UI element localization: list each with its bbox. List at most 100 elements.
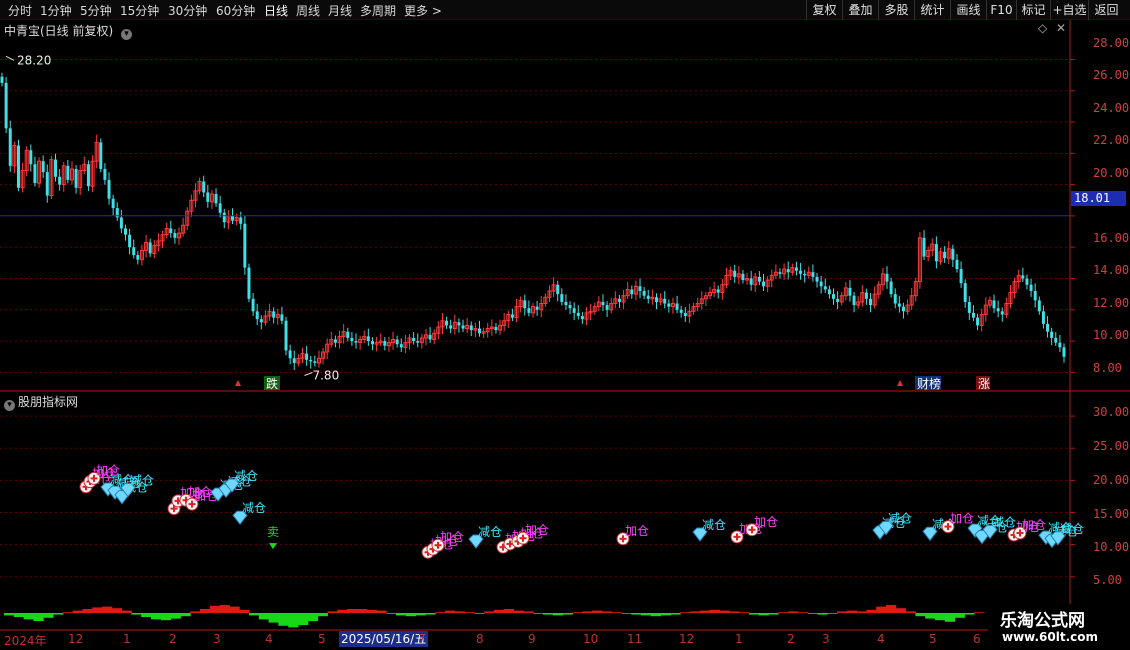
histogram-bar-negative — [249, 613, 260, 616]
candle-body-down — [967, 301, 971, 313]
candle-body-down — [576, 312, 580, 317]
reduce-position-label: 减仓 — [130, 474, 154, 488]
candle-body-down — [218, 203, 222, 213]
candle-body-down — [601, 301, 605, 306]
histogram-bar-positive — [356, 609, 368, 613]
candle-body-down — [815, 276, 819, 282]
reduce-position-label: 减仓 — [234, 469, 258, 483]
histogram-bar-positive — [72, 610, 83, 613]
candle-body-down — [428, 334, 432, 340]
y-tick-label: 10.00 — [1093, 328, 1130, 342]
histogram-bar-positive — [886, 605, 897, 613]
candle-body-down — [762, 281, 766, 287]
histogram-bar-positive — [454, 611, 466, 613]
histogram-bar-negative — [141, 613, 152, 617]
crosshair-date-label: 2025/05/16/五 — [339, 631, 429, 647]
add-position-label: 加仓 — [440, 530, 464, 544]
x-tick-label: 4 — [265, 632, 273, 646]
candle-body-down — [741, 273, 745, 281]
y-tick-label: 22.00 — [1093, 133, 1130, 147]
candle-body-down — [951, 248, 955, 260]
x-tick-label: 2 — [787, 632, 795, 646]
y-tick-label: 28.00 — [1093, 36, 1130, 50]
histogram-bar-positive — [739, 612, 750, 613]
y-tick-label: 5.00 — [1093, 573, 1122, 587]
candle-body-down — [202, 181, 206, 193]
histogram-bar-positive — [82, 609, 93, 613]
candle-body-down — [922, 237, 926, 257]
histogram-bar-positive — [484, 611, 495, 613]
candle-body-down — [449, 325, 453, 329]
x-tick-label: 4 — [877, 632, 885, 646]
histogram-bar-positive — [788, 611, 799, 613]
candle-body-down — [123, 228, 127, 235]
candle-body-down — [292, 358, 296, 363]
histogram-bar-positive — [778, 612, 789, 613]
histogram-bar-negative — [944, 613, 956, 622]
candle-body-down — [445, 320, 449, 326]
candle-body-down — [667, 303, 671, 307]
x-tick-label: 7 — [418, 632, 426, 646]
candle-body-down — [827, 289, 831, 295]
y-tick-label: 10.00 — [1093, 540, 1130, 554]
watermark: 乐淘公式网 www.60lt.com — [988, 604, 1114, 648]
x-tick-label: 3 — [213, 632, 221, 646]
candle-body-down — [1041, 311, 1045, 324]
candle-body-down — [272, 311, 276, 318]
candle-body-down — [412, 337, 416, 342]
sell-signal-label: 卖 — [267, 525, 279, 539]
candle-body-down — [786, 269, 790, 273]
event-arrow-icon — [235, 380, 241, 386]
x-tick-label: 1 — [123, 632, 131, 646]
event-tag-text: 涨 — [978, 376, 990, 391]
candle-body-down — [169, 228, 173, 234]
histogram-bar-negative — [425, 613, 436, 615]
candle-body-down — [457, 322, 461, 326]
event-tag-text: 跌 — [266, 376, 278, 391]
min-pointer — [304, 372, 313, 376]
candle-body-down — [251, 298, 255, 312]
chart-canvas[interactable]: 加仓加仓加仓减仓减仓减仓减仓加仓加仓加仓加仓减仓减仓减仓减仓卖加仓加仓加仓减仓加… — [0, 0, 1130, 650]
candle-body-down — [494, 326, 498, 331]
histogram-bar-negative — [13, 613, 25, 617]
x-tick-label: 6 — [973, 632, 981, 646]
candle-body-down — [54, 159, 58, 177]
histogram-bar-positive — [876, 606, 887, 613]
candle-body-down — [66, 165, 70, 180]
candle-body-down — [642, 291, 646, 296]
histogram-bar-positive — [464, 612, 475, 613]
histogram-bar-positive — [337, 609, 348, 613]
candle-body-down — [1033, 291, 1037, 301]
candle-body-down — [778, 272, 782, 274]
candle-body-down — [128, 234, 132, 248]
histogram-bar-positive — [719, 610, 730, 613]
histogram-bar-positive — [102, 606, 113, 613]
histogram-bar-negative — [768, 613, 779, 615]
histogram-bar-negative — [307, 613, 319, 621]
candle-body-down — [799, 270, 803, 274]
add-position-label: 加仓 — [1022, 518, 1046, 532]
histogram-bar-positive — [503, 609, 515, 613]
candle-body-down — [893, 294, 897, 304]
reduce-position-label: 减仓 — [242, 501, 266, 515]
histogram-bar-negative — [915, 613, 926, 617]
histogram-bar-positive — [837, 611, 848, 613]
candle-body-down — [370, 341, 374, 345]
add-position-label: 加仓 — [754, 515, 778, 529]
histogram-bar-negative — [621, 613, 632, 614]
histogram-bar-positive — [846, 610, 858, 613]
candle-body-down — [74, 168, 78, 188]
candle-body-down — [897, 303, 901, 307]
histogram-bar-positive — [190, 611, 201, 613]
y-tick-label: 8.00 — [1093, 361, 1122, 375]
histogram-bar-negative — [23, 613, 34, 620]
candle-body-down — [99, 142, 103, 169]
current-price-tag: 18.01 — [1071, 191, 1126, 206]
indicator-markers: 加仓加仓加仓减仓减仓减仓减仓加仓加仓加仓加仓减仓减仓减仓减仓卖加仓加仓加仓减仓加… — [79, 463, 1084, 559]
candle-body-down — [173, 233, 177, 238]
watermark-url: www.60lt.com — [1002, 630, 1099, 644]
candle-body-down — [955, 259, 959, 270]
histogram-bar-negative — [170, 613, 181, 619]
histogram-bar-negative — [160, 613, 172, 621]
candle-body-down — [959, 269, 963, 284]
